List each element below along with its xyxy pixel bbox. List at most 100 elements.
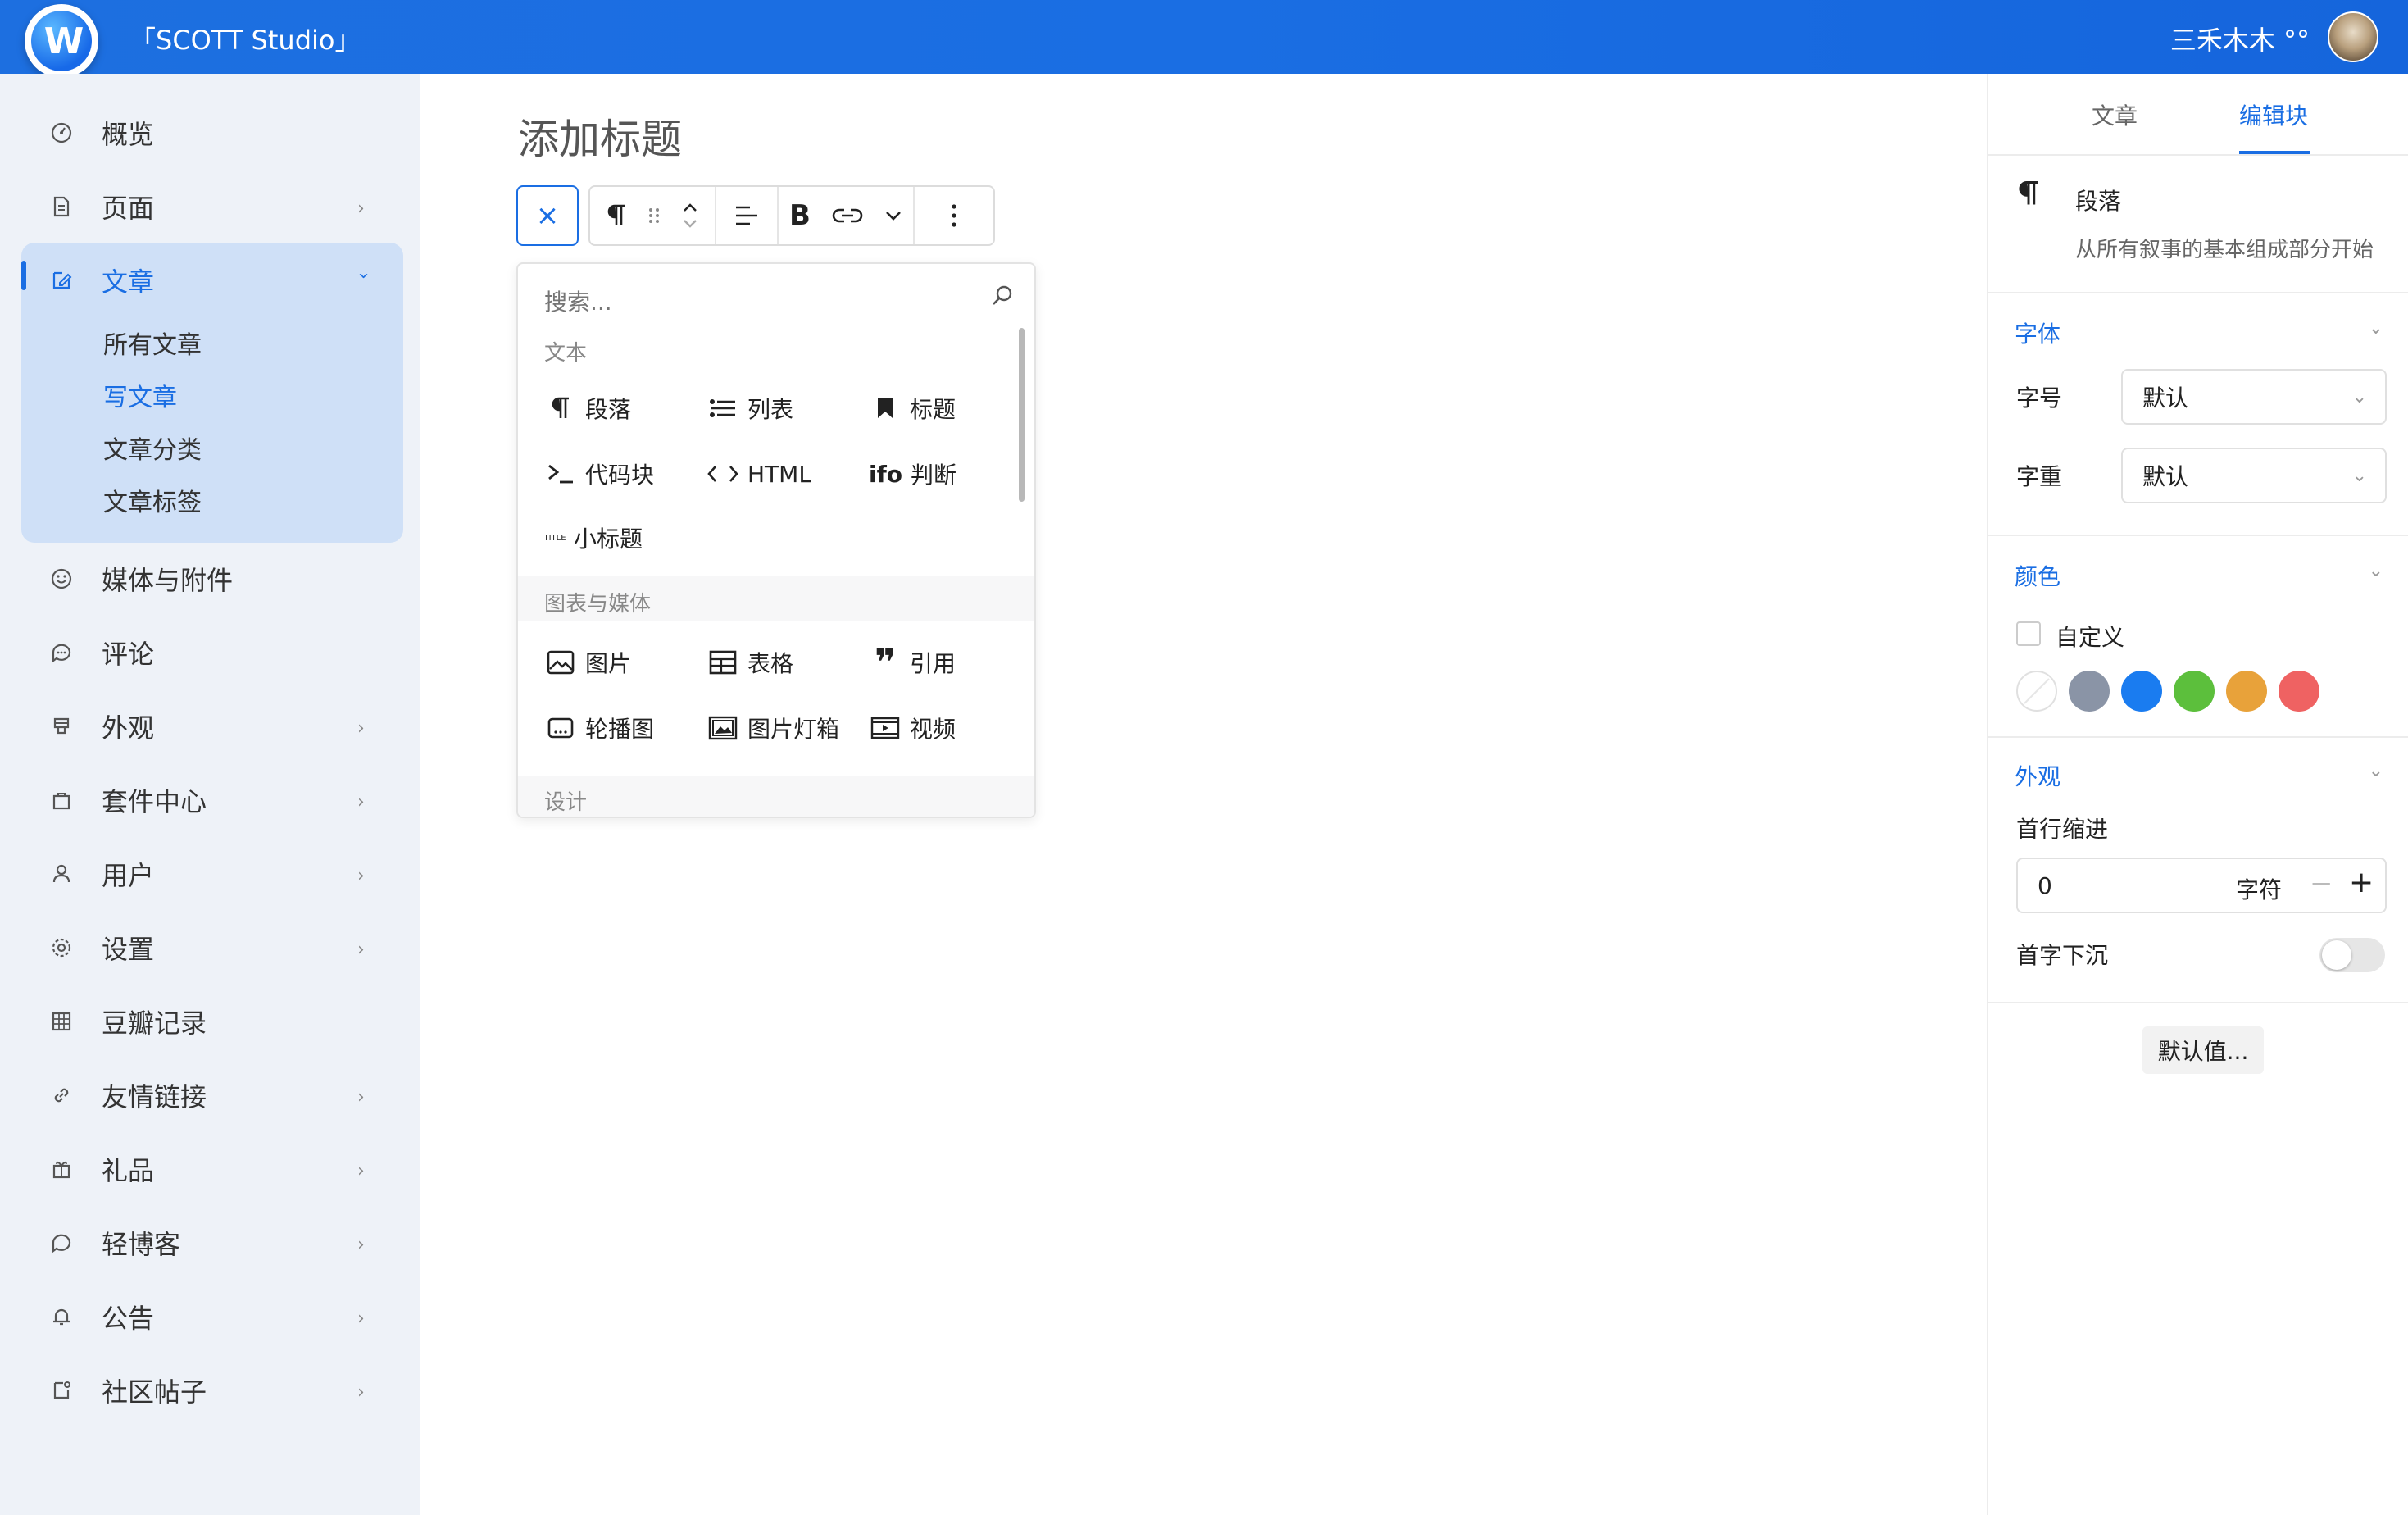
sidebar-item-plugins[interactable]: 套件中心 ›: [0, 771, 420, 830]
sidebar-subitem-tags[interactable]: 文章标签: [103, 482, 202, 518]
tab-post[interactable]: 文章: [2092, 98, 2138, 131]
chevron-right-icon: ›: [357, 718, 365, 739]
sidebar-item-pages[interactable]: 页面 ›: [0, 177, 420, 236]
chevron-down-icon[interactable]: [884, 191, 902, 240]
color-swatch-none[interactable]: [2016, 671, 2057, 712]
paragraph-icon[interactable]: [606, 191, 627, 240]
post-title-input[interactable]: 添加标题: [518, 107, 682, 166]
video-icon: [869, 712, 902, 744]
sidebar-item-gifts[interactable]: 礼品 ›: [0, 1140, 420, 1199]
indent-unit: 字符: [2236, 876, 2283, 903]
link-icon[interactable]: [832, 191, 863, 240]
sidebar-item-label: 轻博客: [102, 1229, 181, 1260]
sidebar-subitem-all-posts[interactable]: 所有文章: [103, 325, 202, 361]
list-icon: [706, 392, 739, 425]
block-item-heading[interactable]: 标题: [869, 392, 956, 425]
sidebar-item-users[interactable]: 用户 ›: [0, 844, 420, 903]
sidebar-item-posts[interactable]: 文章 ›: [0, 251, 420, 310]
color-swatch-blue[interactable]: [2121, 671, 2162, 712]
block-item-quote[interactable]: ❞ 引用: [869, 642, 956, 684]
chevron-right-icon: ›: [357, 1382, 365, 1403]
font-weight-label: 字重: [2016, 463, 2063, 490]
color-swatch-red[interactable]: [2279, 671, 2319, 712]
sidebar-item-label: 文章: [102, 266, 155, 298]
block-item-paragraph[interactable]: 段落: [544, 392, 631, 425]
sidebar-item-announcements[interactable]: 公告 ›: [0, 1287, 420, 1346]
block-toolbar: B: [588, 185, 995, 246]
chevron-right-icon: ›: [357, 198, 365, 219]
sidebar-item-friend-links[interactable]: 友情链接 ›: [0, 1066, 420, 1125]
sidebar-item-label: 豆瓣记录: [102, 1008, 207, 1039]
block-item-subtitle[interactable]: TITLE 小标题: [541, 521, 643, 554]
sidebar-item-comments[interactable]: 评论: [0, 623, 420, 682]
dropcap-toggle[interactable]: [2319, 938, 2385, 972]
align-left-icon[interactable]: [734, 191, 760, 240]
section-font-toggle[interactable]: 字体: [2015, 316, 2060, 349]
section-appearance-toggle[interactable]: 外观: [2015, 759, 2060, 792]
block-item-lightbox[interactable]: 图片灯箱: [706, 712, 839, 744]
custom-color-label: 自定义: [2056, 624, 2125, 651]
chevron-right-icon: ›: [357, 1235, 365, 1255]
sidebar-item-microblog[interactable]: 轻博客 ›: [0, 1213, 420, 1272]
custom-color-checkbox[interactable]: [2016, 621, 2041, 646]
paragraph-icon: [2016, 179, 2041, 216]
image-icon: [544, 646, 577, 679]
chevron-down-icon: ›: [353, 272, 374, 280]
section-color-toggle[interactable]: 颜色: [2015, 559, 2060, 592]
sidebar-subitem-categories[interactable]: 文章分类: [103, 430, 202, 466]
site-logo[interactable]: W: [25, 4, 98, 78]
block-item-carousel[interactable]: 轮播图: [544, 712, 654, 744]
sidebar-item-settings[interactable]: 设置 ›: [0, 918, 420, 977]
sidebar-item-appearance[interactable]: 外观 ›: [0, 697, 420, 756]
chevron-down-icon[interactable]: ⌄: [2369, 318, 2383, 339]
move-up-down-icon[interactable]: [681, 191, 699, 240]
sidebar-item-douban[interactable]: 豆瓣记录: [0, 992, 420, 1051]
block-item-list[interactable]: 列表: [706, 392, 793, 425]
carousel-icon: [544, 712, 577, 744]
search-icon[interactable]: [990, 284, 1016, 310]
block-search-input[interactable]: [544, 280, 1011, 323]
color-swatch-orange[interactable]: [2226, 671, 2267, 712]
chevron-down-icon[interactable]: ⌄: [2369, 761, 2383, 781]
font-weight-select[interactable]: 默认 ⌄: [2121, 448, 2387, 503]
default-values-button[interactable]: 默认值...: [2142, 1026, 2264, 1074]
block-item-code[interactable]: 代码块: [544, 457, 654, 490]
block-item-image[interactable]: 图片: [544, 646, 631, 679]
block-item-condition[interactable]: ifo 判断: [869, 457, 956, 490]
block-item-label: 引用: [910, 650, 956, 677]
user-name[interactable]: 三禾木木 °°: [2170, 20, 2310, 57]
divider: [1988, 154, 2408, 156]
block-item-table[interactable]: 表格: [706, 646, 793, 679]
minus-icon[interactable]: −: [2310, 867, 2333, 900]
block-item-label: HTML: [747, 460, 811, 488]
avatar[interactable]: [2328, 11, 2378, 62]
sidebar-item-overview[interactable]: 概览: [0, 103, 420, 162]
plus-icon[interactable]: +: [2349, 866, 2374, 899]
settings-icon: [49, 935, 74, 960]
user-icon: [49, 862, 74, 886]
scrollbar[interactable]: [1019, 328, 1025, 502]
block-item-video[interactable]: 视频: [869, 712, 956, 744]
sidebar-subitem-write-post[interactable]: 写文章: [103, 377, 177, 413]
color-swatch-gray[interactable]: [2069, 671, 2110, 712]
site-title[interactable]: 「SCOTT Studio」: [129, 20, 361, 57]
drag-handle-icon[interactable]: [647, 191, 661, 240]
chevron-right-icon: ›: [357, 939, 365, 960]
more-options-icon[interactable]: [951, 191, 957, 240]
sidebar-item-label: 友情链接: [102, 1081, 207, 1112]
bold-icon[interactable]: B: [789, 191, 811, 240]
sidebar-item-media[interactable]: 媒体与附件: [0, 549, 420, 608]
divider: [1988, 535, 2408, 536]
indent-label: 首行缩进: [2016, 816, 2109, 843]
font-size-select[interactable]: 默认 ⌄: [2121, 369, 2387, 425]
settings-sidebar: 文章 编辑块 段落 从所有叙事的基本组成部分开始 字体 ⌄ 字号 默认 ⌄ 字重…: [1987, 74, 2408, 1515]
block-item-label: 图片灯箱: [747, 716, 840, 743]
sidebar-item-community-posts[interactable]: 社区帖子 ›: [0, 1361, 420, 1420]
color-swatch-green[interactable]: [2174, 671, 2215, 712]
tab-block[interactable]: 编辑块: [2239, 98, 2308, 131]
block-item-html[interactable]: HTML: [706, 457, 811, 490]
close-inserter-button[interactable]: ×: [516, 185, 579, 246]
indent-input[interactable]: 0 字符 − +: [2016, 858, 2387, 913]
post-icon: [49, 1378, 74, 1403]
chevron-down-icon[interactable]: ⌄: [2369, 561, 2383, 581]
